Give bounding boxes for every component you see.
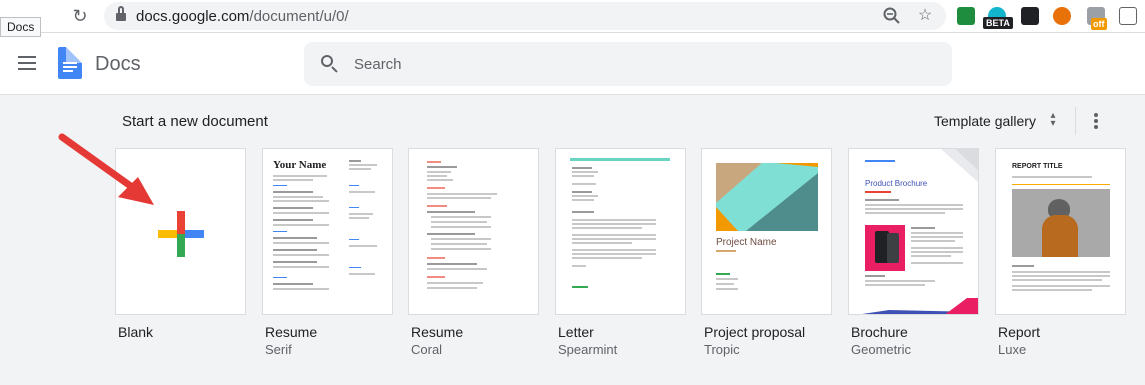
thumbnail-corner-graphic bbox=[941, 149, 978, 183]
template-card-resume-serif[interactable]: Your Name bbox=[262, 148, 393, 315]
extension-inbox-icon[interactable] bbox=[957, 7, 975, 25]
search-input[interactable] bbox=[354, 52, 914, 76]
thumbnail-heading: Product Brochure bbox=[865, 179, 928, 188]
unfold-icon[interactable]: ▴ ▾ bbox=[1047, 111, 1059, 130]
template-subtitle: Luxe bbox=[998, 342, 1027, 357]
docs-header: Docs bbox=[0, 33, 1145, 95]
template-card-resume-coral[interactable] bbox=[408, 148, 539, 315]
thumbnail-heading: Project Name bbox=[716, 237, 777, 248]
extension-m-icon[interactable] bbox=[1021, 7, 1039, 25]
plus-icon bbox=[158, 211, 204, 257]
template-subtitle: Spearmint bbox=[558, 342, 618, 357]
template-card-report[interactable]: REPORT TITLE bbox=[995, 148, 1126, 315]
thumbnail-image bbox=[865, 225, 905, 271]
off-badge: off bbox=[1091, 18, 1107, 30]
address-bar[interactable]: docs.google.com/document/u/0/ ☆ bbox=[104, 2, 946, 30]
template-subtitle: Geometric bbox=[851, 342, 911, 357]
browser-toolbar: ← ↻ docs.google.com/document/u/0/ ☆ BETA… bbox=[0, 0, 1145, 33]
thumbnail-photo bbox=[1012, 189, 1110, 257]
template-title[interactable]: Resume bbox=[411, 324, 463, 340]
url-text: docs.google.com/document/u/0/ bbox=[136, 8, 349, 25]
template-subtitle: Serif bbox=[265, 342, 292, 357]
star-icon[interactable]: ☆ bbox=[915, 6, 935, 26]
template-title[interactable]: Resume bbox=[265, 324, 317, 340]
template-title[interactable]: Letter bbox=[558, 324, 594, 340]
lock-icon bbox=[116, 6, 126, 22]
template-title[interactable]: Project proposal bbox=[704, 324, 805, 340]
thumbnail-heading: Your Name bbox=[273, 159, 327, 171]
docs-logo-icon[interactable] bbox=[58, 47, 82, 79]
main-menu-icon[interactable] bbox=[18, 56, 36, 70]
template-card-letter[interactable] bbox=[555, 148, 686, 315]
search-box[interactable] bbox=[304, 42, 952, 86]
template-title[interactable]: Brochure bbox=[851, 324, 908, 340]
template-title[interactable]: Report bbox=[998, 324, 1040, 340]
thumbnail-graphic bbox=[716, 163, 818, 231]
template-subtitle: Tropic bbox=[704, 342, 740, 357]
thumbnail-heading: REPORT TITLE bbox=[1012, 163, 1063, 170]
search-icon[interactable] bbox=[320, 54, 340, 74]
extension-plus-icon[interactable] bbox=[1119, 7, 1137, 25]
thumbnail-footer-graphic bbox=[862, 298, 978, 314]
template-title[interactable]: Blank bbox=[118, 324, 153, 340]
divider bbox=[1075, 107, 1076, 135]
extension-s-icon[interactable] bbox=[1053, 7, 1071, 25]
zoom-icon[interactable] bbox=[882, 6, 902, 26]
annotation-arrow bbox=[58, 133, 154, 205]
section-title: Start a new document bbox=[122, 113, 268, 130]
reload-icon[interactable]: ↻ bbox=[70, 6, 90, 26]
more-options-icon[interactable] bbox=[1094, 113, 1098, 129]
tab-tooltip: Docs bbox=[0, 17, 42, 37]
template-subtitle: Coral bbox=[411, 342, 443, 357]
template-card-brochure[interactable]: Product Brochure bbox=[848, 148, 979, 315]
beta-badge: BETA bbox=[983, 17, 1013, 29]
app-title[interactable]: Docs bbox=[95, 53, 141, 76]
template-gallery-button[interactable]: Template gallery bbox=[934, 113, 1036, 129]
template-card-project-proposal[interactable]: Project Name bbox=[701, 148, 832, 315]
